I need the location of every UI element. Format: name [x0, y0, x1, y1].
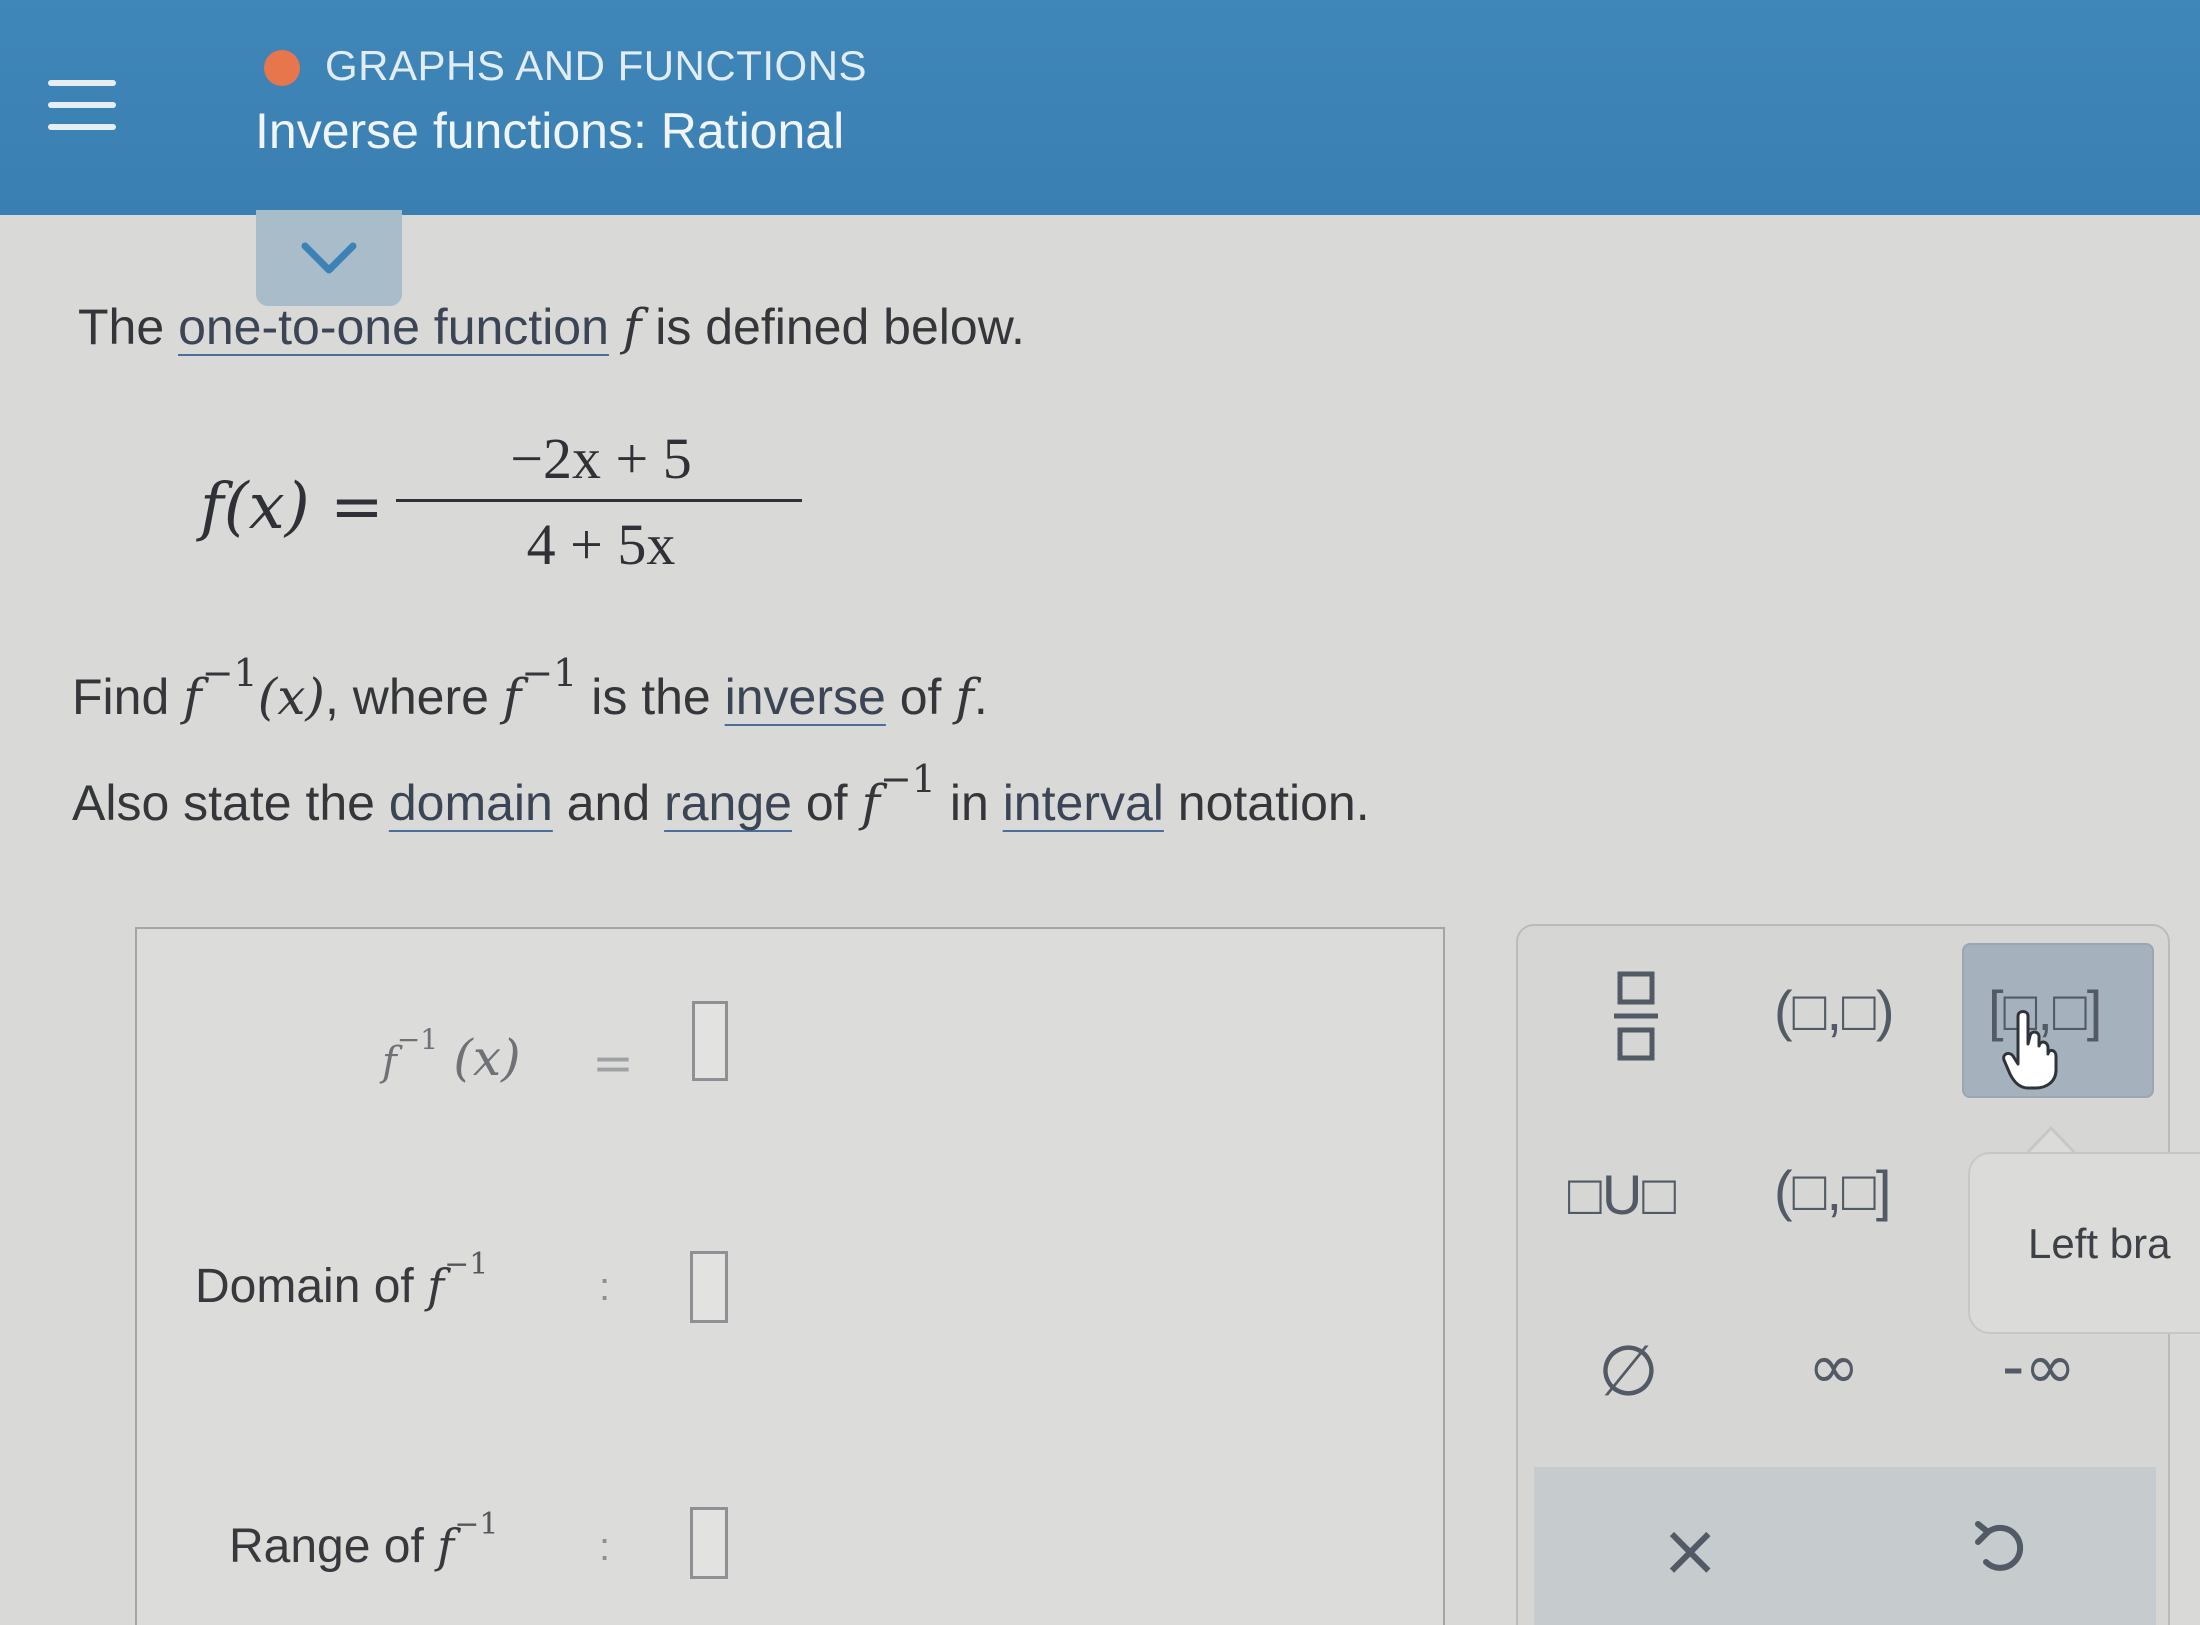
problem-line-2: Find f−1(x), where f−1 is the inverse of…	[72, 651, 988, 726]
formula-denominator: 4 + 5x	[526, 512, 676, 577]
chevron-down-icon	[301, 242, 357, 274]
equals-sign: =	[592, 1034, 634, 1092]
function-var-f: f	[622, 298, 642, 356]
fraction-icon	[1614, 971, 1658, 1061]
union-key[interactable]: □U□	[1568, 1162, 1676, 1227]
collapse-header-button[interactable]	[256, 210, 402, 306]
interval-link[interactable]: interval	[1003, 775, 1164, 831]
page-title: Inverse functions: Rational	[255, 103, 845, 159]
hamburger-menu-icon[interactable]	[48, 80, 116, 132]
range-label: Range of f−1	[229, 1507, 499, 1573]
fraction-key[interactable]	[1612, 968, 1660, 1077]
formula-lhs: f(x) =	[200, 470, 384, 544]
problem-line-3: Also state the domain and range of f−1 i…	[72, 757, 1370, 832]
inverse-input[interactable]	[692, 1001, 728, 1081]
half-open-interval-key[interactable]: (□,□]	[1774, 1158, 1891, 1223]
undo-button[interactable]	[1972, 1518, 2028, 1591]
domain-label: Domain of f−1	[195, 1247, 489, 1313]
range-link[interactable]: range	[664, 775, 792, 831]
empty-set-key[interactable]: ∅	[1598, 1330, 1659, 1412]
fraction-bar	[396, 499, 802, 502]
inverse-label: f−1 (x)	[382, 1023, 521, 1087]
inverse-link[interactable]: inverse	[725, 669, 886, 725]
topic-label: GRAPHS AND FUNCTIONS	[325, 42, 868, 89]
negative-infinity-key[interactable]: -∞	[2002, 1330, 2076, 1403]
undo-icon	[1975, 1521, 2024, 1571]
domain-link[interactable]: domain	[389, 775, 553, 831]
range-colon: :	[599, 1525, 611, 1569]
one-to-one-function-link[interactable]: one-to-one function	[178, 299, 609, 355]
domain-input[interactable]	[690, 1251, 728, 1323]
open-interval-key[interactable]: (□,□)	[1774, 978, 1895, 1043]
hand-pointer-icon	[2002, 1010, 2058, 1090]
domain-colon: :	[599, 1265, 611, 1309]
topic-status-dot	[264, 50, 300, 86]
formula-numerator: −2x + 5	[510, 426, 692, 491]
infinity-key[interactable]: ∞	[1808, 1330, 1860, 1403]
clear-button[interactable]: ×	[1660, 1508, 1720, 1592]
tooltip-text: Left bra	[2028, 1220, 2171, 1267]
header-bar: GRAPHS AND FUNCTIONS Inverse functions: …	[0, 0, 2200, 215]
key-tooltip: Left bra	[1968, 1152, 2200, 1334]
problem-line-1: The one-to-one function f is defined bel…	[78, 298, 1025, 356]
keypad-action-bar	[1534, 1467, 2156, 1625]
range-input[interactable]	[690, 1507, 728, 1579]
answer-panel: f−1 (x) = Domain of f−1 : Range of f−1 :	[135, 927, 1445, 1625]
